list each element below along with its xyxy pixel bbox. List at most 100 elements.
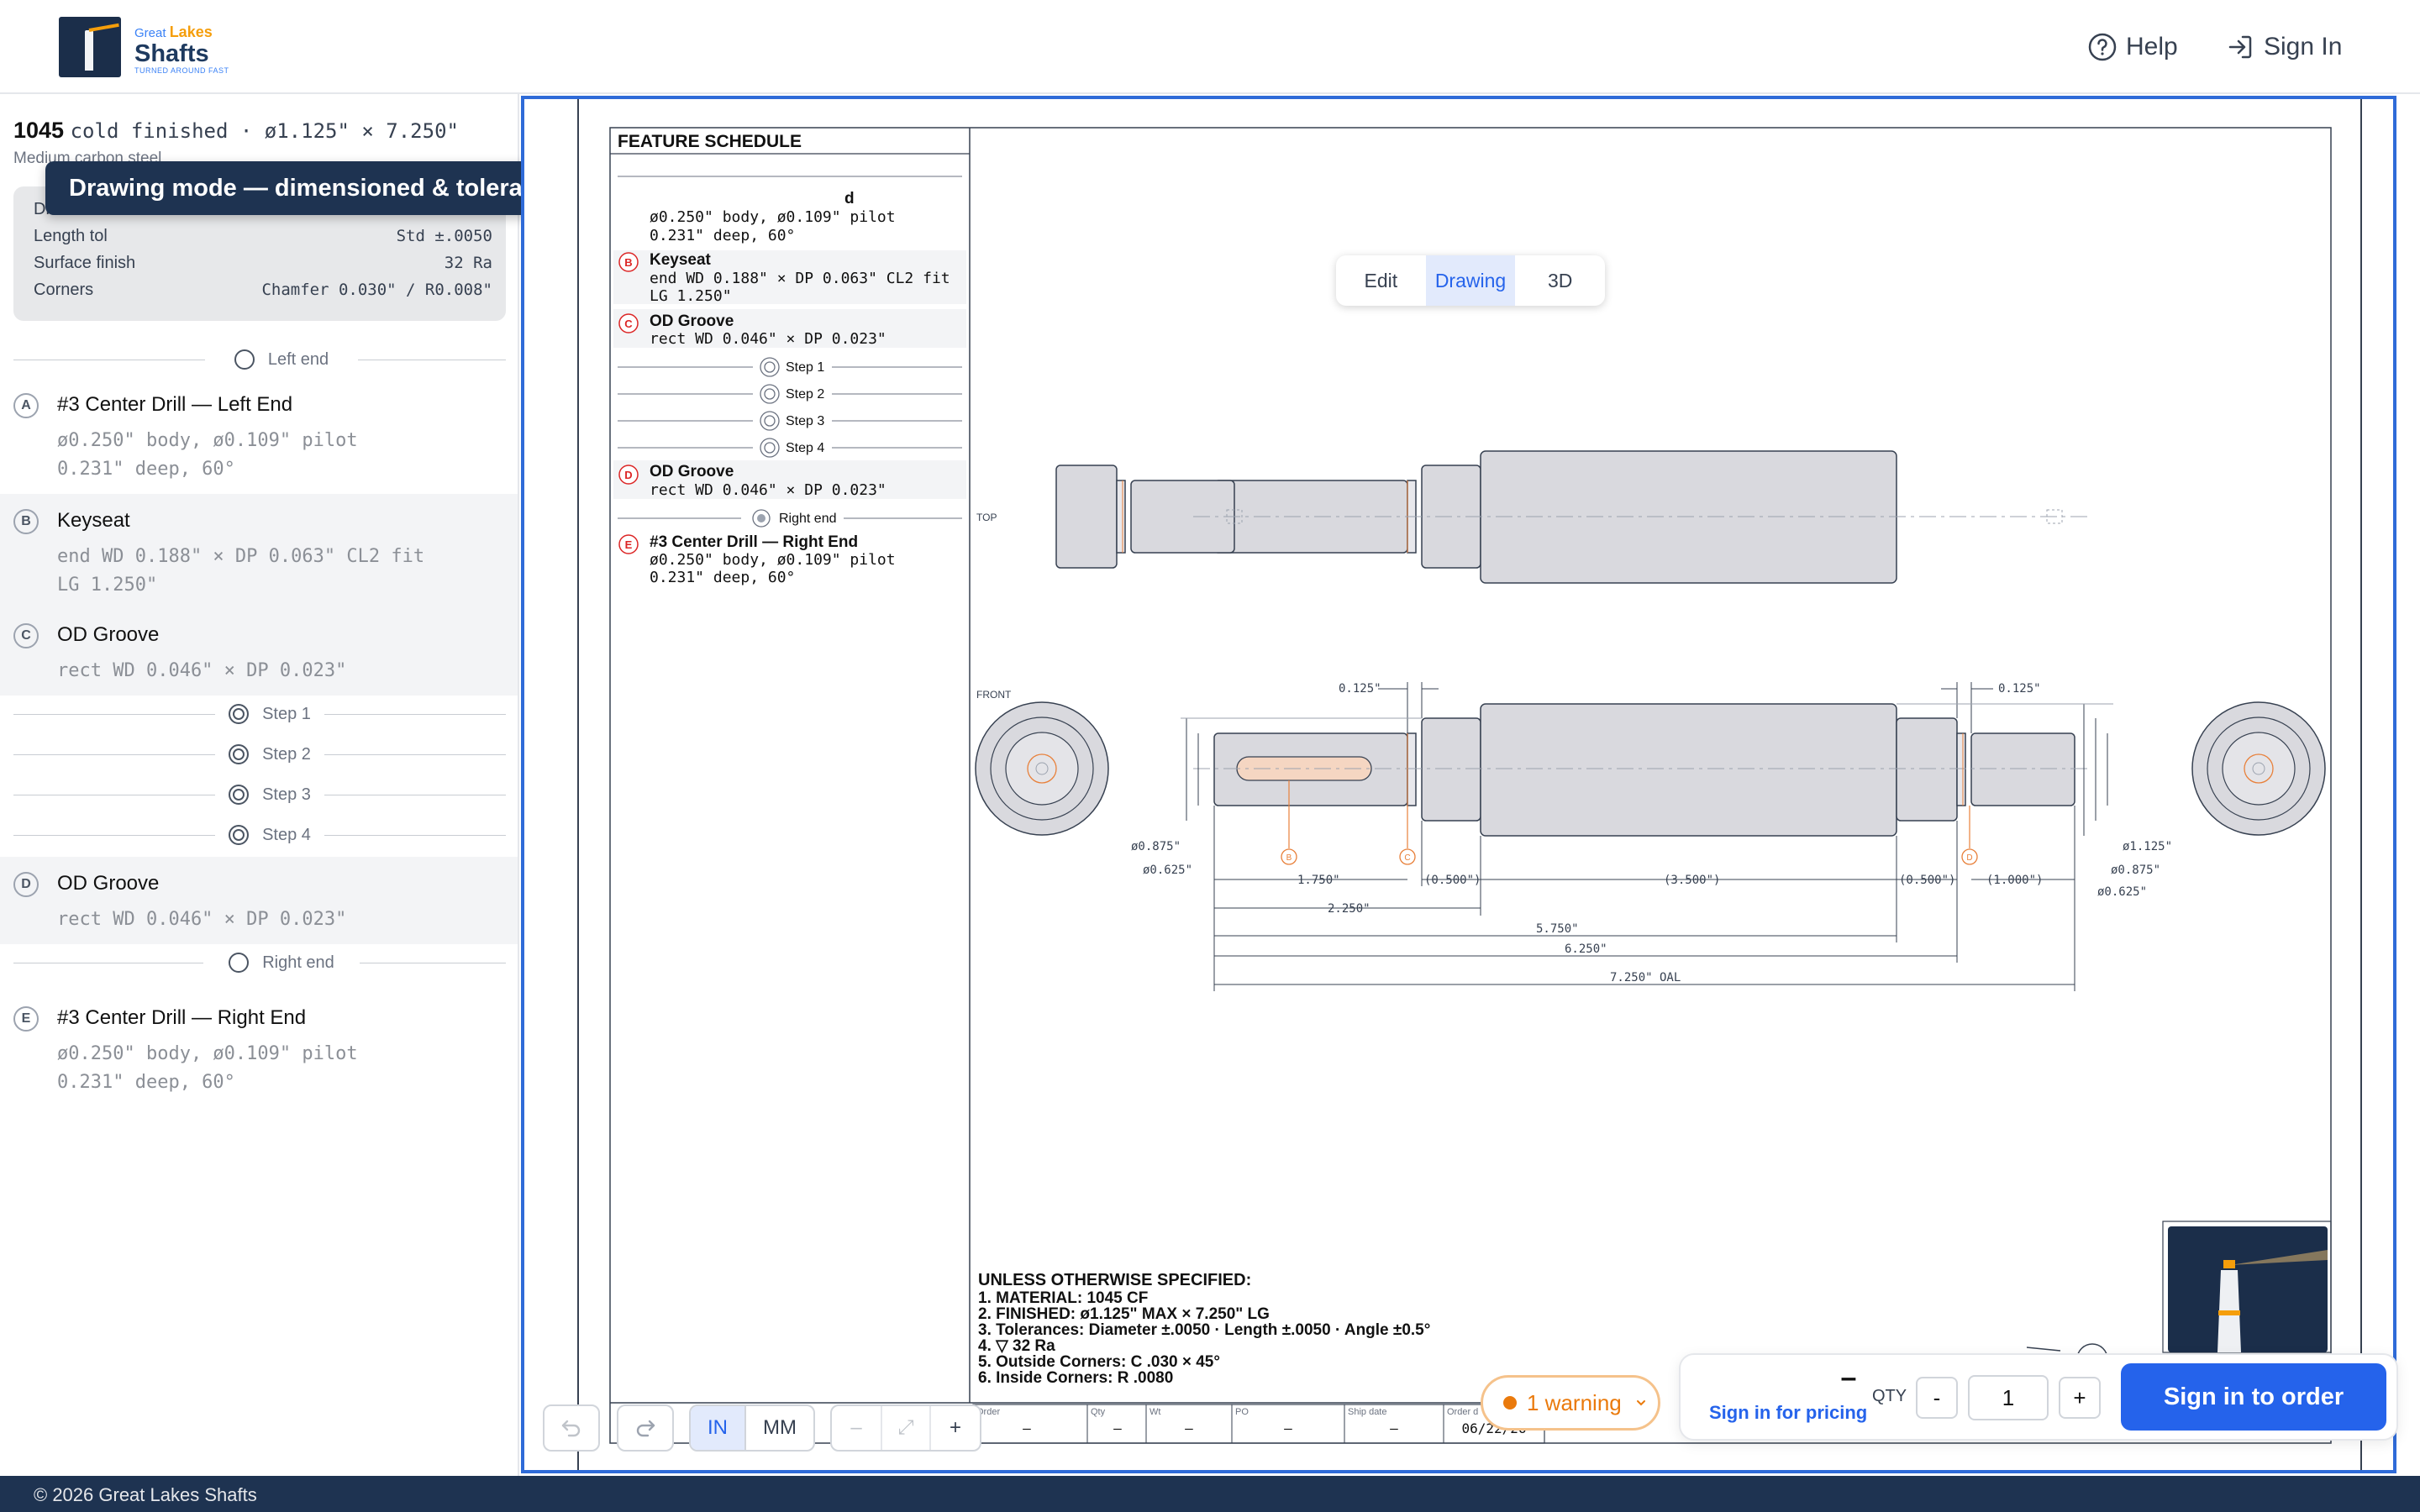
undo-button[interactable] [543, 1404, 600, 1452]
help-circle-icon [2088, 33, 2117, 61]
qty-label: QTY [1872, 1387, 1907, 1405]
step-circle-icon [229, 744, 250, 764]
schedule-item-title: OD Groove [650, 312, 734, 330]
schedule-item-line: rect WD 0.046" × DP 0.023" [650, 481, 886, 499]
step-divider: Step 4 [13, 822, 506, 848]
callout-label: D [1966, 853, 1972, 863]
mode-drawing-tab[interactable]: Drawing [1425, 255, 1516, 306]
top-header: Great Lakes Shafts TURNED AROUND FAST He… [0, 0, 2420, 94]
view-top-label: TOP [976, 512, 997, 523]
zoom-out-button[interactable]: – [832, 1406, 882, 1450]
note-line: 1. MATERIAL: 1045 CF [978, 1289, 1148, 1307]
spec-value: Std ±.0050 [396, 227, 492, 245]
sign-in-label: Sign In [2264, 33, 2343, 60]
schedule-step-label: Step 4 [786, 441, 824, 455]
warning-pill[interactable]: 1 warning [1481, 1375, 1660, 1431]
front-right-end-view [2191, 701, 2326, 836]
copyright-text: © 2026 Great Lakes Shafts [34, 1484, 257, 1505]
unit-mm-button[interactable]: MM [746, 1406, 813, 1450]
chevron-down-icon [1636, 1400, 1645, 1406]
feature-item-d[interactable]: D OD Groove rect WD 0.046" × DP 0.023" [0, 857, 518, 944]
lighthouse-logo-icon[interactable] [59, 17, 121, 77]
view-front-label: FRONT [976, 689, 1012, 701]
callout-label: B [1286, 853, 1292, 863]
schedule-badge: E [625, 538, 633, 551]
step-circle-icon [229, 704, 250, 724]
mode-edit-tab[interactable]: Edit [1336, 255, 1426, 306]
spec-label: Corners [34, 280, 94, 299]
lighthouse-logo-icon [2168, 1226, 2328, 1352]
feature-item-a[interactable]: A #3 Center Drill — Left End ø0.250" bod… [0, 378, 518, 504]
front-left-end-view [975, 701, 1109, 836]
feature-badge: C [13, 623, 39, 648]
unit-in-button[interactable]: IN [691, 1406, 746, 1450]
part-grade: 1045 [13, 118, 65, 143]
sign-in-pricing-link[interactable]: Sign in for pricing [1709, 1402, 1867, 1424]
left-end-label: Left end [267, 349, 329, 369]
note-line: 6. Inside Corners: R .0080 [978, 1369, 1173, 1387]
feature-badge: E [13, 1006, 39, 1032]
schedule-item-line: LG 1.250" [650, 287, 732, 305]
feature-item-c[interactable]: C OD Groove rect WD 0.046" × DP 0.023" [0, 608, 518, 696]
feature-title: Keyseat [57, 509, 130, 532]
feature-item-b[interactable]: B Keyseat end WD 0.188" × DP 0.063" CL2 … [0, 494, 518, 608]
spec-label: Surface finish [34, 253, 136, 272]
help-button[interactable]: Help [2087, 29, 2178, 66]
feature-title: OD Groove [57, 872, 160, 895]
dim-label: ø1.125" [2123, 840, 2172, 853]
note-line: 3. Tolerances: Diameter ±.0050 · Length … [978, 1321, 1430, 1339]
mode-3d-tab[interactable]: 3D [1515, 255, 1605, 306]
dim-label: ø0.625" [2097, 885, 2147, 899]
warning-dot-icon [1503, 1396, 1517, 1410]
dim-label: (0.500") [1424, 874, 1481, 887]
brand-name: Shafts [134, 40, 209, 67]
tb-value: – [1023, 1420, 1031, 1436]
dim-label: 5.750" [1536, 922, 1579, 936]
feature-item-e[interactable]: E #3 Center Drill — Right End ø0.250" bo… [0, 991, 518, 1117]
dim-label: ø0.625" [1143, 864, 1192, 877]
schedule-item-title: #3 Center Drill — Right End [650, 533, 858, 551]
dim-label: 0.125" [1998, 682, 2041, 696]
sign-in-to-order-button[interactable]: Sign in to order [2121, 1363, 2386, 1431]
zoom-in-button[interactable]: + [931, 1406, 980, 1450]
tb-label: Order d [1447, 1407, 1478, 1417]
zoom-fit-button[interactable]: ⤢ [882, 1406, 931, 1450]
qty-input[interactable]: 1 [1968, 1375, 2049, 1420]
brand-wordmark[interactable]: Great Lakes Shafts TURNED AROUND FAST [134, 24, 229, 75]
schedule-partial-title: d [844, 190, 855, 207]
step-divider: Step 1 [13, 701, 506, 727]
note-line: 2. FINISHED: ø1.125" MAX × 7.250" LG [978, 1305, 1270, 1323]
qty-minus-button[interactable]: - [1916, 1377, 1958, 1419]
dim-label: 7.250" OAL [1610, 971, 1681, 984]
schedule-step-label: Step 2 [786, 387, 824, 402]
step-label: Step 1 [262, 704, 311, 723]
schedule-item-line: ø0.250" body, ø0.109" pilot [650, 551, 896, 569]
dim-label: (0.500") [1899, 874, 1955, 887]
dim-label: 6.250" [1565, 942, 1607, 956]
step-divider: Step 2 [13, 742, 506, 767]
note-line: 4. ▽ 32 Ra [978, 1337, 1055, 1355]
feature-title: #3 Center Drill — Right End [57, 1006, 307, 1029]
footer: © 2026 Great Lakes Shafts [0, 1476, 2420, 1512]
schedule-partial-line: ø0.250" body, ø0.109" pilot [650, 208, 896, 226]
tb-label: PO [1235, 1407, 1249, 1417]
feature-badge: A [13, 393, 39, 418]
step-label: Step 3 [262, 785, 311, 804]
feature-detail: end WD 0.188" × DP 0.063" CL2 fit LG 1.2… [57, 546, 425, 596]
feature-detail: rect WD 0.046" × DP 0.023" [57, 909, 347, 930]
right-end-divider: Right end [13, 950, 506, 975]
schedule-item-line: end WD 0.188" × DP 0.063" CL2 fit [650, 270, 950, 287]
note-line: 5. Outside Corners: C .030 × 45° [978, 1353, 1220, 1371]
step-label: Step 4 [262, 825, 311, 844]
schedule-item-line: rect WD 0.046" × DP 0.023" [650, 330, 886, 348]
view-mode-switch: Edit Drawing 3D [1336, 255, 1605, 306]
spec-label: Length tol [34, 226, 108, 245]
brand-tagline: TURNED AROUND FAST [134, 66, 229, 75]
sign-in-button[interactable]: Sign In [2225, 29, 2342, 66]
spec-row: Surface finish 32 Ra [34, 250, 492, 276]
warning-label: 1 warning [1527, 1389, 1622, 1415]
tb-value: – [1284, 1420, 1292, 1436]
spec-row: Corners Chamfer 0.030" / R0.008" [34, 277, 492, 302]
qty-plus-button[interactable]: + [2059, 1377, 2101, 1419]
redo-button[interactable] [617, 1404, 674, 1452]
